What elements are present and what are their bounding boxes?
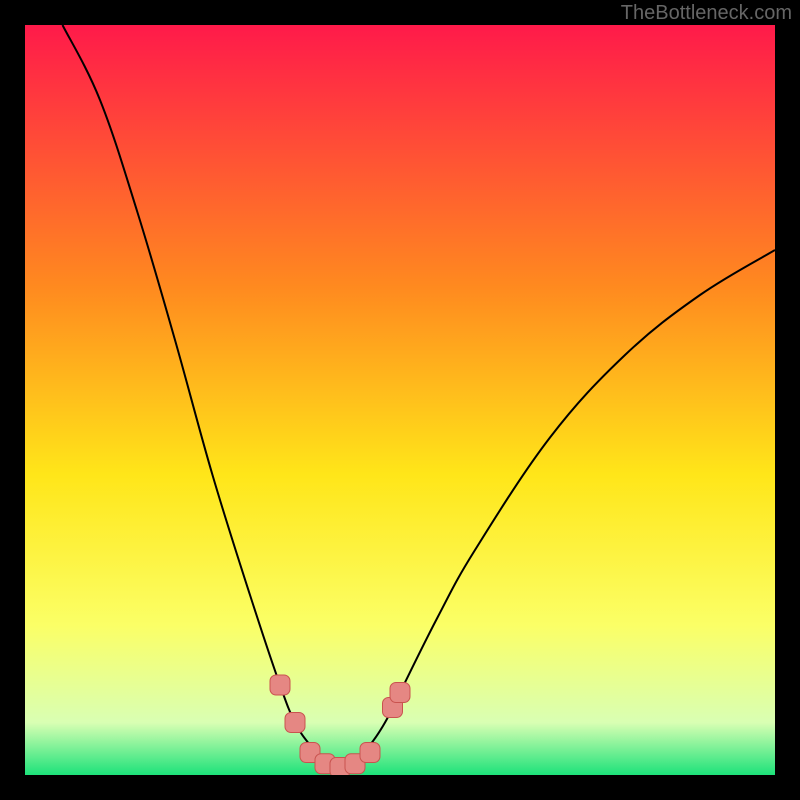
marker-point bbox=[360, 743, 380, 763]
watermark-text: TheBottleneck.com bbox=[621, 2, 792, 25]
gradient-background bbox=[25, 25, 775, 775]
plot-area bbox=[25, 25, 775, 775]
chart-container: { "watermark": "TheBottleneck.com", "col… bbox=[0, 0, 800, 800]
bottleneck-chart bbox=[25, 25, 775, 775]
marker-point bbox=[285, 713, 305, 733]
marker-point bbox=[390, 683, 410, 703]
marker-point bbox=[270, 675, 290, 695]
